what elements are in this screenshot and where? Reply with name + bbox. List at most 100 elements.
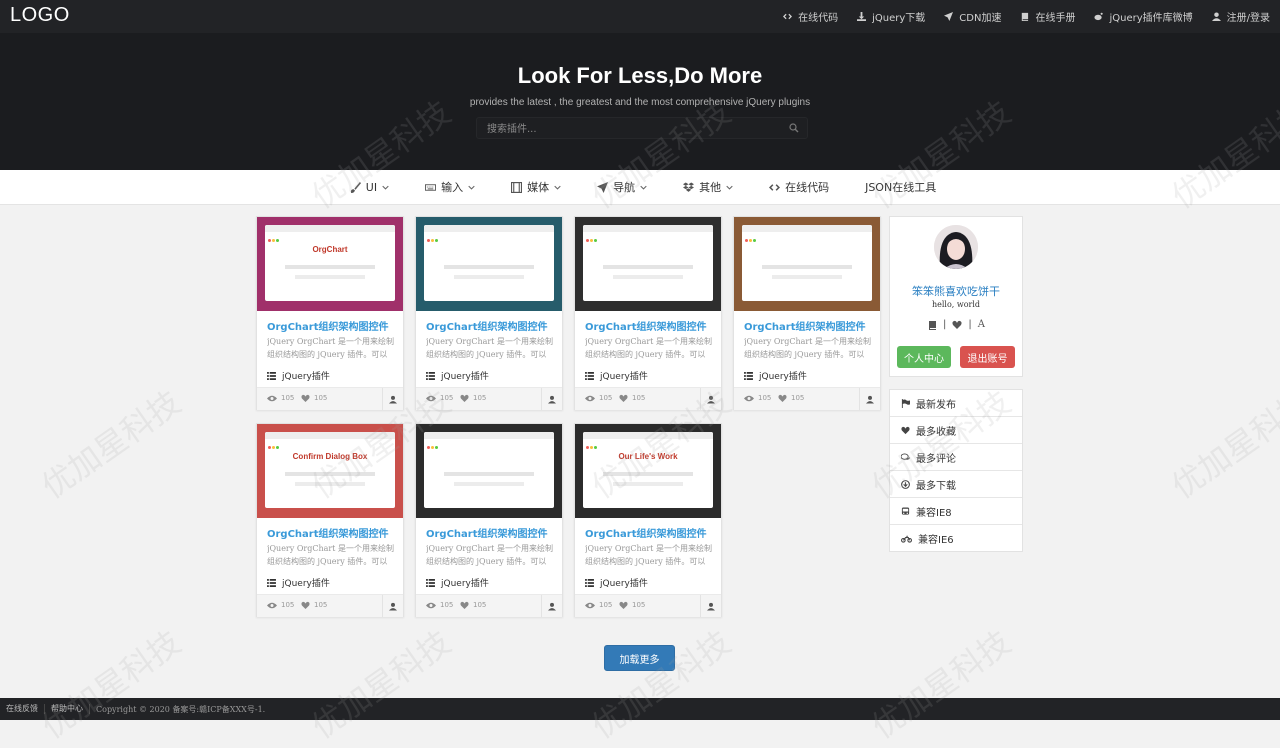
user-center-button[interactable]: 个人中心 <box>897 346 951 368</box>
list-icon <box>267 371 276 380</box>
author-button[interactable] <box>700 388 721 410</box>
sort-label: 最多收藏 <box>916 426 956 438</box>
plugin-title[interactable]: OrgChart组织架构图控件 <box>744 318 866 333</box>
user-icon <box>548 602 556 610</box>
heart-icon[interactable] <box>952 320 962 330</box>
plugin-tag[interactable]: jQuery插件 <box>744 369 807 382</box>
plugin-description: jQuery OrgChart 是一个用来绘制组织结构图的 jQuery 插件。… <box>744 337 871 359</box>
plugin-tag-label: jQuery插件 <box>282 372 330 382</box>
plugin-tag[interactable]: jQuery插件 <box>585 576 648 589</box>
plugin-thumbnail[interactable] <box>575 217 721 311</box>
plugin-title[interactable]: OrgChart组织架构图控件 <box>585 318 707 333</box>
category-other[interactable]: 其他 <box>683 179 733 195</box>
view-count-value: 105 <box>440 394 454 402</box>
plugin-card-footer: 105 105 <box>734 387 880 410</box>
like-count-value: 105 <box>632 394 646 402</box>
like-count[interactable]: 105 <box>460 394 486 402</box>
like-count[interactable]: 105 <box>460 601 486 609</box>
plugin-title[interactable]: OrgChart组织架构图控件 <box>267 525 389 540</box>
plugin-title[interactable]: OrgChart组织架构图控件 <box>426 318 548 333</box>
chevron-down-icon <box>640 185 647 190</box>
load-more-button[interactable]: 加载更多 <box>604 645 675 671</box>
plugin-tag[interactable]: jQuery插件 <box>426 576 489 589</box>
plugin-title[interactable]: OrgChart组织架构图控件 <box>426 525 548 540</box>
sort-most-favorites[interactable]: 最多收藏 <box>890 417 1022 444</box>
plugin-card[interactable]: OrgChart OrgChart组织架构图控件 jQuery OrgChart… <box>256 216 404 410</box>
sort-ie6[interactable]: 兼容IE6 <box>890 525 1022 551</box>
category-json-tool[interactable]: JSON在线工具 <box>865 179 936 195</box>
plugin-thumbnail[interactable]: OrgChart <box>257 217 403 311</box>
category-bar: UI 输入 媒体 导航 其他 在线代码 JSON在线工具 <box>0 170 1280 205</box>
nav-cdn[interactable]: CDN加速 <box>944 9 1001 24</box>
footer-help-link[interactable]: 帮助中心 <box>45 704 90 714</box>
like-count[interactable]: 105 <box>301 394 327 402</box>
plugin-title[interactable]: OrgChart组织架构图控件 <box>585 525 707 540</box>
font-icon[interactable]: A <box>978 319 985 330</box>
user-icon <box>389 395 397 403</box>
logout-button[interactable]: 退出账号 <box>960 346 1015 368</box>
plugin-card[interactable]: Our Life's Work OrgChart组织架构图控件 jQuery O… <box>574 423 722 617</box>
plugin-card[interactable]: OrgChart组织架构图控件 jQuery OrgChart 是一个用来绘制组… <box>574 216 722 410</box>
plugin-description: jQuery OrgChart 是一个用来绘制组织结构图的 jQuery 插件。… <box>267 544 394 566</box>
like-count[interactable]: 105 <box>778 394 804 402</box>
profile-name[interactable]: 笨笨熊喜欢吃饼干 <box>890 283 1022 299</box>
author-button[interactable] <box>382 388 403 410</box>
author-button[interactable] <box>700 595 721 617</box>
view-count: 105 <box>426 601 453 609</box>
heart-icon <box>301 601 310 609</box>
author-button[interactable] <box>541 595 562 617</box>
nav-manual[interactable]: 在线手册 <box>1020 9 1075 24</box>
plugin-thumbnail[interactable] <box>416 217 562 311</box>
category-online-code[interactable]: 在线代码 <box>769 179 829 195</box>
nav-jquery-download[interactable]: jQuery下载 <box>857 9 925 24</box>
search-box <box>476 117 808 139</box>
sort-most-downloads[interactable]: 最多下载 <box>890 471 1022 498</box>
heart-icon <box>619 394 628 402</box>
avatar[interactable] <box>934 225 978 269</box>
category-navigation[interactable]: 导航 <box>597 179 647 195</box>
sort-most-comments[interactable]: 最多评论 <box>890 444 1022 471</box>
like-count[interactable]: 105 <box>619 394 645 402</box>
category-input[interactable]: 输入 <box>425 179 475 195</box>
plugin-thumbnail[interactable] <box>416 424 562 518</box>
plugin-card[interactable]: OrgChart组织架构图控件 jQuery OrgChart 是一个用来绘制组… <box>733 216 881 410</box>
sort-ie8[interactable]: 兼容IE8 <box>890 498 1022 525</box>
plugin-tag[interactable]: jQuery插件 <box>267 369 330 382</box>
plugin-thumbnail[interactable]: Confirm Dialog Box <box>257 424 403 518</box>
plugin-title[interactable]: OrgChart组织架构图控件 <box>267 318 389 333</box>
category-media[interactable]: 媒体 <box>511 179 561 195</box>
book-icon <box>1022 12 1029 21</box>
author-button[interactable] <box>382 595 403 617</box>
site-logo[interactable]: LOGO <box>10 4 70 27</box>
plugin-thumbnail[interactable] <box>734 217 880 311</box>
author-button[interactable] <box>859 388 880 410</box>
sort-latest[interactable]: 最新发布 <box>890 390 1022 417</box>
like-count-value: 105 <box>314 394 328 402</box>
plugin-card[interactable]: OrgChart组织架构图控件 jQuery OrgChart 是一个用来绘制组… <box>415 216 563 410</box>
like-count[interactable]: 105 <box>619 601 645 609</box>
plugin-card[interactable]: Confirm Dialog Box OrgChart组织架构图控件 jQuer… <box>256 423 404 617</box>
search-icon[interactable] <box>789 123 799 133</box>
book-icon[interactable] <box>927 320 937 330</box>
nav-online-code[interactable]: 在线代码 <box>783 9 838 24</box>
heart-icon <box>460 394 469 402</box>
plugin-description: jQuery OrgChart 是一个用来绘制组织结构图的 jQuery 插件。… <box>426 337 553 359</box>
search-input[interactable] <box>485 120 779 138</box>
footer-feedback-link[interactable]: 在线反馈 <box>0 704 45 714</box>
list-icon <box>585 371 594 380</box>
chevron-down-icon <box>468 185 475 190</box>
thumbnail-window: OrgChart <box>265 225 395 301</box>
like-count[interactable]: 105 <box>301 601 327 609</box>
nav-weibo[interactable]: jQuery插件库微博 <box>1094 9 1193 24</box>
download-circle-icon <box>901 479 910 489</box>
plugin-thumbnail[interactable]: Our Life's Work <box>575 424 721 518</box>
plugin-card[interactable]: OrgChart组织架构图控件 jQuery OrgChart 是一个用来绘制组… <box>415 423 563 617</box>
sort-list: 最新发布 最多收藏 最多评论 最多下载 兼容IE8 兼容IE6 <box>889 389 1023 552</box>
plugin-tag-label: jQuery插件 <box>759 372 807 382</box>
plugin-tag[interactable]: jQuery插件 <box>426 369 489 382</box>
plugin-tag[interactable]: jQuery插件 <box>585 369 648 382</box>
category-ui[interactable]: UI <box>350 181 389 194</box>
author-button[interactable] <box>541 388 562 410</box>
nav-login[interactable]: 注册/登录 <box>1211 9 1270 24</box>
plugin-tag[interactable]: jQuery插件 <box>267 576 330 589</box>
